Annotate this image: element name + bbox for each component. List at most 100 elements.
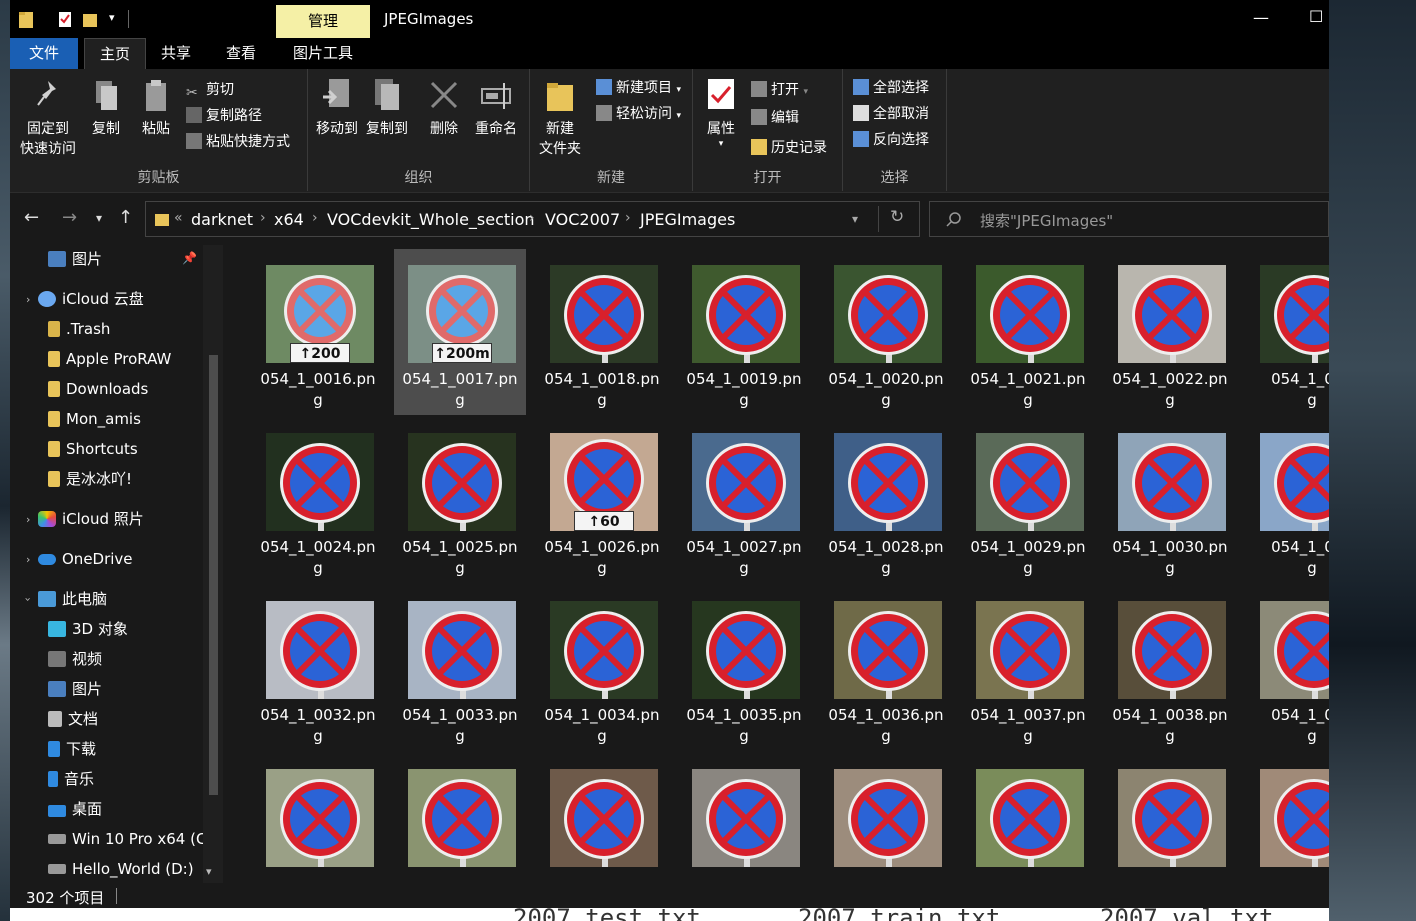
pin-quick-access-button[interactable]: 固定到 快速访问: [14, 75, 82, 159]
back-arrow-icon[interactable]: ←: [24, 207, 39, 228]
rename-button[interactable]: 重命名: [470, 75, 522, 139]
file-tile[interactable]: 054_1_0018.pn g: [536, 249, 668, 415]
nav-item-3d-objects[interactable]: 3D 对象: [48, 615, 128, 643]
file-tile[interactable]: [536, 753, 668, 883]
file-tile[interactable]: 054_1_0028.pn g: [820, 417, 952, 583]
file-tile[interactable]: 054_1_0032.pn g: [252, 585, 384, 751]
file-tile[interactable]: 054_1_0036.pn g: [820, 585, 952, 751]
file-tile[interactable]: ↑200m 054_1_0017.pn g: [394, 249, 526, 415]
edit-button[interactable]: 编辑: [751, 107, 799, 127]
nav-item-pictures-quick[interactable]: 图片: [48, 245, 102, 273]
file-tile[interactable]: 054_1_0035.pn g: [678, 585, 810, 751]
breadcrumb-separator-icon[interactable]: ›: [312, 210, 318, 226]
breadcrumb-separator-icon[interactable]: ›: [529, 210, 535, 226]
nav-item-downloads-icloud[interactable]: Downloads: [48, 375, 148, 403]
file-tile[interactable]: 054_1_0024.pn g: [252, 417, 384, 583]
easy-access-button[interactable]: 轻松访问 ▾: [596, 103, 681, 123]
select-none-button[interactable]: 全部取消: [853, 103, 929, 123]
address-bar[interactable]: « darknet › x64 › VOCdevkit_Whole_sectio…: [145, 201, 920, 237]
file-tile[interactable]: [962, 753, 1094, 883]
nav-item-drive-d[interactable]: Hello_World (D:): [48, 855, 194, 883]
file-tile[interactable]: [678, 753, 810, 883]
file-tile[interactable]: 054_1_0038.pn g: [1104, 585, 1236, 751]
file-tile[interactable]: 054_1_0027.pn g: [678, 417, 810, 583]
breadcrumb-separator-icon[interactable]: ›: [260, 210, 266, 226]
breadcrumb-x64[interactable]: x64: [274, 210, 304, 229]
nav-item-desktop[interactable]: 桌面: [48, 795, 102, 823]
file-tile[interactable]: 054_1_0034.pn g: [536, 585, 668, 751]
address-dropdown-icon[interactable]: ▾: [852, 212, 858, 226]
tab-home[interactable]: 主页: [84, 38, 146, 69]
nav-item-downloads[interactable]: 下载: [48, 735, 96, 763]
nav-item-this-pc[interactable]: 此电脑: [38, 585, 107, 613]
customize-toolbar-icon[interactable]: ▾: [109, 11, 115, 24]
file-tile[interactable]: 054_1_002g: [1246, 249, 1329, 415]
nav-item-music[interactable]: 音乐: [48, 765, 94, 793]
tab-file[interactable]: 文件: [10, 38, 78, 69]
new-folder-icon[interactable]: [82, 9, 98, 29]
file-tile[interactable]: 054_1_003g: [1246, 585, 1329, 751]
new-folder-button[interactable]: 新建 文件夹: [534, 75, 586, 159]
minimize-button[interactable]: —: [1253, 8, 1269, 27]
file-tile[interactable]: [394, 753, 526, 883]
invert-selection-button[interactable]: 反向选择: [853, 129, 929, 149]
new-item-button[interactable]: 新建项目 ▾: [596, 77, 681, 97]
nav-item-documents[interactable]: 文档: [48, 705, 98, 733]
paste-button[interactable]: 粘贴: [136, 75, 176, 139]
breadcrumb-overflow[interactable]: «: [174, 210, 183, 226]
breadcrumb-darknet[interactable]: darknet: [191, 210, 253, 229]
file-tile[interactable]: 054_1_0030.pn g: [1104, 417, 1236, 583]
nav-item-trash[interactable]: .Trash: [48, 315, 110, 343]
forward-arrow-icon[interactable]: →: [62, 207, 77, 228]
nav-item-drive-c[interactable]: Win 10 Pro x64 (C: [48, 825, 206, 853]
select-all-button[interactable]: 全部选择: [853, 77, 929, 97]
pin-icon[interactable]: 📌: [182, 251, 197, 265]
file-tile[interactable]: 054_1_0022.pn g: [1104, 249, 1236, 415]
search-box[interactable]: 搜索"JPEGImages": [929, 201, 1329, 237]
copy-button[interactable]: 复制: [86, 75, 126, 139]
file-tile[interactable]: ↑200 054_1_0016.pn g: [252, 249, 384, 415]
file-tile[interactable]: 054_1_0025.pn g: [394, 417, 526, 583]
history-button[interactable]: 历史记录: [751, 137, 827, 157]
file-tile[interactable]: 054_1_0020.pn g: [820, 249, 952, 415]
nav-item-pictures[interactable]: 图片: [48, 675, 102, 703]
file-tile[interactable]: [252, 753, 384, 883]
delete-button[interactable]: 删除: [424, 75, 464, 139]
paste-shortcut-button[interactable]: 粘贴快捷方式: [186, 131, 290, 151]
tab-share[interactable]: 共享: [150, 38, 202, 69]
collapse-chevron-icon[interactable]: ›: [22, 597, 35, 601]
expand-chevron-icon[interactable]: ›: [26, 553, 30, 566]
nav-item-shortcuts[interactable]: Shortcuts: [48, 435, 138, 463]
open-button[interactable]: 打开 ▾: [751, 79, 808, 99]
file-tile[interactable]: 054_1_0029.pn g: [962, 417, 1094, 583]
expand-chevron-icon[interactable]: ›: [26, 293, 30, 306]
file-tile[interactable]: 054_1_0019.pn g: [678, 249, 810, 415]
file-tile[interactable]: [1104, 753, 1236, 883]
breadcrumb-voc2007[interactable]: VOC2007: [545, 210, 620, 229]
scroll-down-icon[interactable]: ▾: [206, 865, 212, 878]
nav-item-icloud-photos[interactable]: iCloud 照片: [38, 505, 144, 533]
file-tile[interactable]: 054_1_0033.pn g: [394, 585, 526, 751]
nav-item-shi-bing-bing[interactable]: 是冰冰吖!: [48, 465, 132, 493]
file-tile[interactable]: 054_1_0037.pn g: [962, 585, 1094, 751]
cut-button[interactable]: ✂ 剪切: [186, 79, 234, 101]
tab-view[interactable]: 查看: [215, 38, 267, 69]
move-to-button[interactable]: 移动到: [314, 75, 360, 139]
file-tile[interactable]: [1246, 753, 1329, 883]
file-tile[interactable]: [820, 753, 952, 883]
file-tile[interactable]: ↑60 054_1_0026.pn g: [536, 417, 668, 583]
search-input[interactable]: 搜索"JPEGImages": [980, 210, 1113, 231]
up-arrow-icon[interactable]: ↑: [118, 207, 133, 228]
copy-to-button[interactable]: 复制到: [364, 75, 410, 139]
nav-item-mon-amis[interactable]: Mon_amis: [48, 405, 141, 433]
expand-chevron-icon[interactable]: ›: [26, 513, 30, 526]
nav-item-apple-proraw[interactable]: Apple ProRAW: [48, 345, 171, 373]
file-tile[interactable]: 054_1_003g: [1246, 417, 1329, 583]
properties-icon[interactable]: [57, 9, 73, 29]
tab-picture-tools[interactable]: 图片工具: [278, 38, 368, 69]
refresh-icon[interactable]: ↻: [890, 207, 904, 227]
nav-item-icloud-drive[interactable]: iCloud 云盘: [38, 285, 144, 313]
scrollbar-thumb[interactable]: [209, 355, 218, 795]
breadcrumb-separator-icon[interactable]: ›: [625, 210, 631, 226]
properties-button[interactable]: 属性 ▾: [699, 75, 743, 149]
